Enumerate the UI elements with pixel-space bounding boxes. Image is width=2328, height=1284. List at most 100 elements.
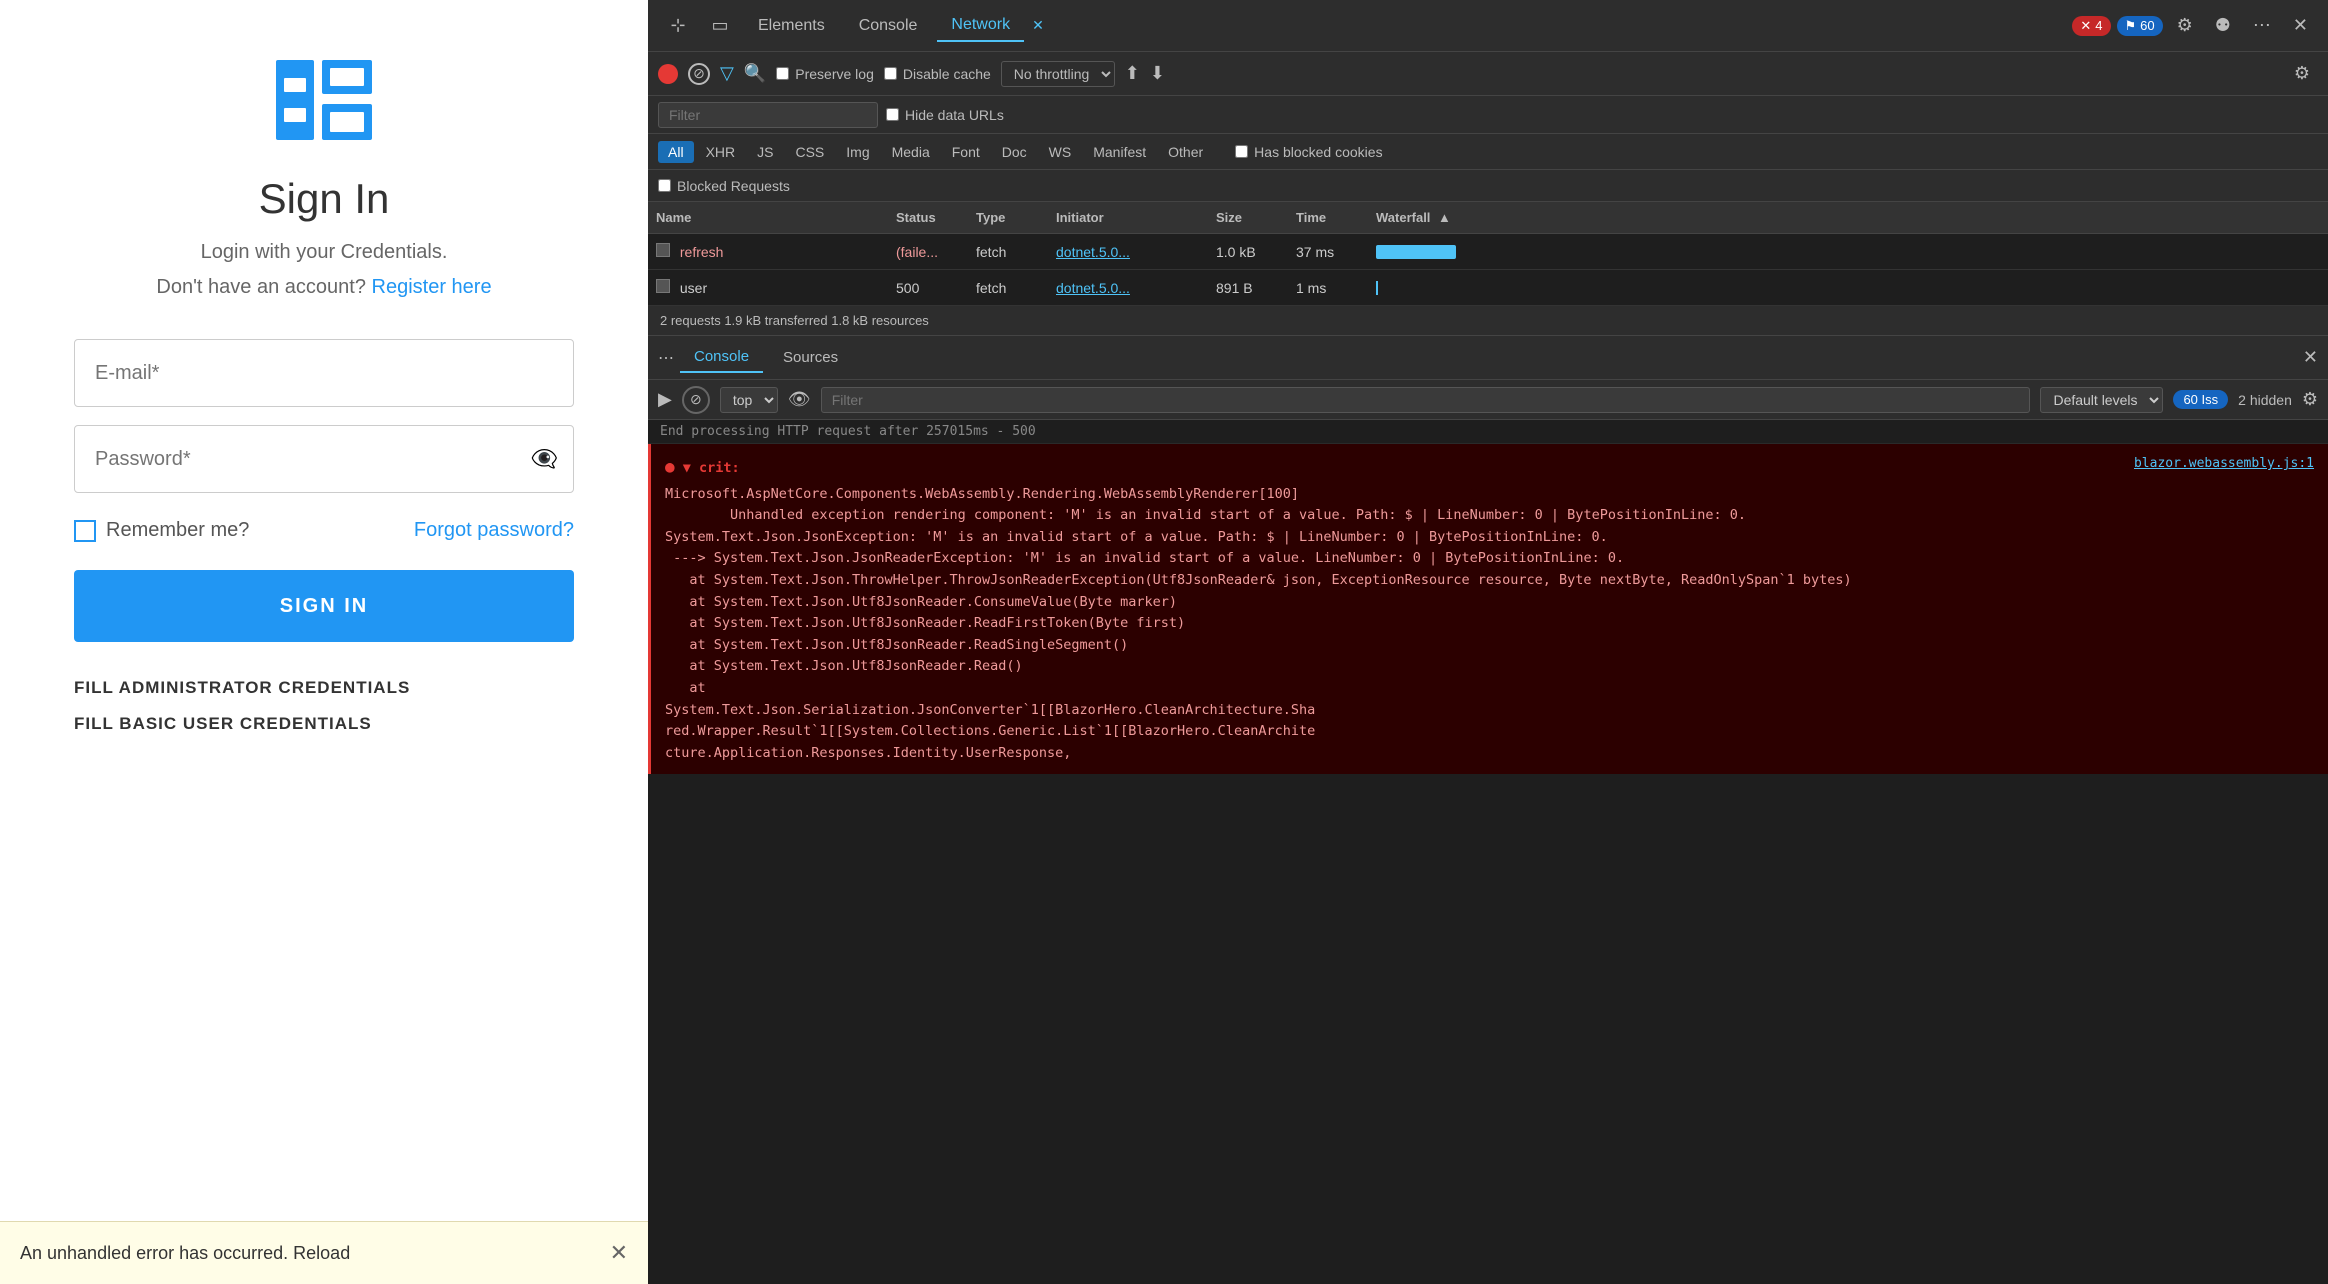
hide-urls-label[interactable]: Hide data URLs — [886, 107, 1004, 123]
context-select[interactable]: top — [720, 387, 778, 413]
clear-button[interactable]: ⊘ — [688, 63, 710, 85]
type-xhr-button[interactable]: XHR — [696, 141, 746, 163]
blocked-requests-text: Blocked Requests — [677, 178, 790, 194]
disable-cache-checkbox[interactable] — [884, 67, 897, 80]
throttle-select[interactable]: No throttling — [1001, 61, 1115, 87]
col-status[interactable]: Status — [896, 210, 976, 225]
tab-sources-bottom[interactable]: Sources — [769, 343, 852, 372]
has-blocked-label[interactable]: Has blocked cookies — [1235, 144, 1382, 160]
col-waterfall[interactable]: Waterfall ▲ — [1376, 210, 2320, 225]
sign-in-button[interactable]: SIGN IN — [74, 570, 574, 642]
devtools-close-button[interactable]: ✕ — [2285, 11, 2316, 40]
blocked-requests-checkbox[interactable] — [658, 179, 671, 192]
more-options-icon[interactable]: ⋯ — [2245, 11, 2279, 40]
col-name[interactable]: Name — [656, 210, 896, 225]
disable-cache-text: Disable cache — [903, 66, 991, 82]
filter-bar: Hide data URLs — [648, 96, 2328, 134]
run-button[interactable]: ▶ — [658, 389, 672, 410]
row-1-checkbox[interactable] — [656, 243, 670, 257]
eye-icon[interactable]: 👁 — [788, 389, 811, 410]
register-line: Don't have an account? Register here — [156, 276, 491, 299]
blocked-requests-label[interactable]: Blocked Requests — [658, 178, 790, 194]
console-drag-icon[interactable]: ⋯ — [658, 348, 674, 368]
blocked-row: Blocked Requests — [648, 170, 2328, 202]
remember-forgot-row: Remember me? Forgot password? — [74, 519, 574, 542]
email-field[interactable] — [74, 339, 574, 407]
record-button[interactable] — [658, 64, 678, 84]
default-levels-select[interactable]: Default levels — [2040, 387, 2163, 413]
password-field[interactable] — [74, 425, 574, 493]
preserve-log-checkbox[interactable] — [776, 67, 789, 80]
error-message: An unhandled error has occurred. Reload — [20, 1243, 350, 1264]
type-doc-button[interactable]: Doc — [992, 141, 1037, 163]
remember-label[interactable]: Remember me? — [74, 519, 249, 542]
error-text: Microsoft.AspNetCore.Components.WebAssem… — [665, 484, 2314, 765]
error-icon: ● — [665, 457, 675, 476]
row-2-initiator[interactable]: dotnet.5.0... — [1056, 280, 1216, 296]
error-badge-icon: ✕ — [2080, 18, 2091, 34]
error-close-button[interactable]: ✕ — [610, 1240, 628, 1266]
login-form: 👁‍🗨 Remember me? Forgot password? SIGN I… — [74, 339, 574, 734]
settings-icon[interactable]: ⚙ — [2169, 11, 2201, 40]
type-font-button[interactable]: Font — [942, 141, 990, 163]
type-js-button[interactable]: JS — [747, 141, 783, 163]
tab-elements[interactable]: Elements — [744, 11, 839, 41]
type-ws-button[interactable]: WS — [1039, 141, 1082, 163]
device-toolbar-icon[interactable]: ▭ — [702, 8, 738, 44]
issues-count-top: 60 — [2140, 18, 2154, 33]
col-time[interactable]: Time — [1296, 210, 1376, 225]
forgot-password-link[interactable]: Forgot password? — [414, 519, 574, 542]
console-content: End processing HTTP request after 257015… — [648, 420, 2328, 1284]
row-1-type: fetch — [976, 244, 1056, 260]
hide-urls-checkbox[interactable] — [886, 108, 899, 121]
type-manifest-button[interactable]: Manifest — [1083, 141, 1156, 163]
no-errors-button[interactable]: ⊘ — [682, 386, 710, 414]
search-icon[interactable]: 🔍 — [744, 63, 766, 84]
error-block: ● ▼ crit: blazor.webassembly.js:1 Micros… — [648, 444, 2328, 774]
issues-badge[interactable]: 60 Iss — [2173, 390, 2228, 409]
has-blocked-checkbox[interactable] — [1235, 145, 1248, 158]
fill-basic-label[interactable]: FILL BASIC USER CREDENTIALS — [74, 714, 574, 734]
register-text: Don't have an account? — [156, 276, 366, 298]
download-icon[interactable]: ⬇ — [1150, 63, 1165, 84]
col-size[interactable]: Size — [1216, 210, 1296, 225]
issues-badge-top: ⚑ 60 — [2117, 16, 2163, 36]
col-initiator[interactable]: Initiator — [1056, 210, 1216, 225]
row-1-initiator[interactable]: dotnet.5.0... — [1056, 244, 1216, 260]
inspect-element-icon[interactable]: ⊹ — [660, 8, 696, 44]
network-settings-icon[interactable]: ⚙ — [2286, 59, 2318, 88]
row-2-checkbox[interactable] — [656, 279, 670, 293]
type-all-button[interactable]: All — [658, 141, 694, 163]
sort-arrow-icon: ▲ — [1438, 210, 1451, 225]
type-img-button[interactable]: Img — [836, 141, 879, 163]
filter-icon[interactable]: ▽ — [720, 63, 734, 84]
console-close-button[interactable]: ✕ — [2303, 347, 2318, 368]
preserve-log-label[interactable]: Preserve log — [776, 66, 874, 82]
table-row[interactable]: user 500 fetch dotnet.5.0... 891 B 1 ms — [648, 270, 2328, 306]
tab-console[interactable]: Console — [845, 11, 932, 41]
console-filter-input[interactable] — [821, 387, 2031, 413]
password-toggle-icon[interactable]: 👁‍🗨 — [531, 446, 558, 472]
register-link[interactable]: Register here — [372, 276, 492, 298]
table-row[interactable]: refresh (faile... fetch dotnet.5.0... 1.… — [648, 234, 2328, 270]
filter-input[interactable] — [658, 102, 878, 128]
tab-console-bottom[interactable]: Console — [680, 342, 763, 373]
devtools-topbar: ⊹ ▭ Elements Console Network ✕ ✕ 4 ⚑ 60 … — [648, 0, 2328, 52]
console-header: ⋯ Console Sources ✕ — [648, 336, 2328, 380]
type-css-button[interactable]: CSS — [785, 141, 834, 163]
error-source-link[interactable]: blazor.webassembly.js:1 — [2134, 454, 2314, 475]
type-media-button[interactable]: Media — [882, 141, 940, 163]
user-icon[interactable]: ⚉ — [2207, 11, 2239, 40]
col-type[interactable]: Type — [976, 210, 1056, 225]
tab-close-icon[interactable]: ✕ — [1032, 17, 1044, 34]
type-other-button[interactable]: Other — [1158, 141, 1213, 163]
disable-cache-label[interactable]: Disable cache — [884, 66, 991, 82]
row-1-status: (faile... — [896, 244, 976, 260]
tab-network[interactable]: Network — [937, 10, 1024, 42]
upload-icon[interactable]: ⬆ — [1125, 63, 1140, 84]
fill-admin-label[interactable]: FILL ADMINISTRATOR CREDENTIALS — [74, 678, 574, 698]
console-settings-icon[interactable]: ⚙ — [2302, 389, 2318, 410]
remember-checkbox[interactable] — [74, 520, 96, 542]
network-summary: 2 requests 1.9 kB transferred 1.8 kB res… — [648, 306, 2328, 336]
hidden-count: 2 hidden — [2238, 392, 2292, 408]
